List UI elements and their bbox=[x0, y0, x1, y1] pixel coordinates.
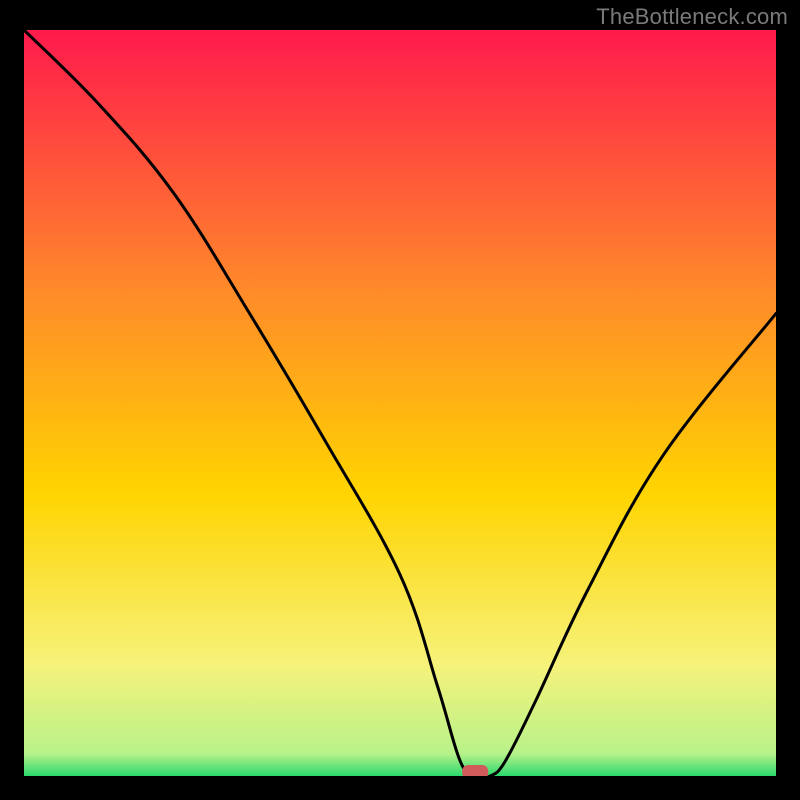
gradient-background bbox=[24, 30, 776, 776]
optimal-marker bbox=[462, 765, 488, 776]
bottleneck-chart bbox=[24, 30, 776, 776]
chart-container: TheBottleneck.com bbox=[0, 0, 800, 800]
watermark-label: TheBottleneck.com bbox=[596, 4, 788, 30]
plot-area bbox=[24, 30, 776, 776]
